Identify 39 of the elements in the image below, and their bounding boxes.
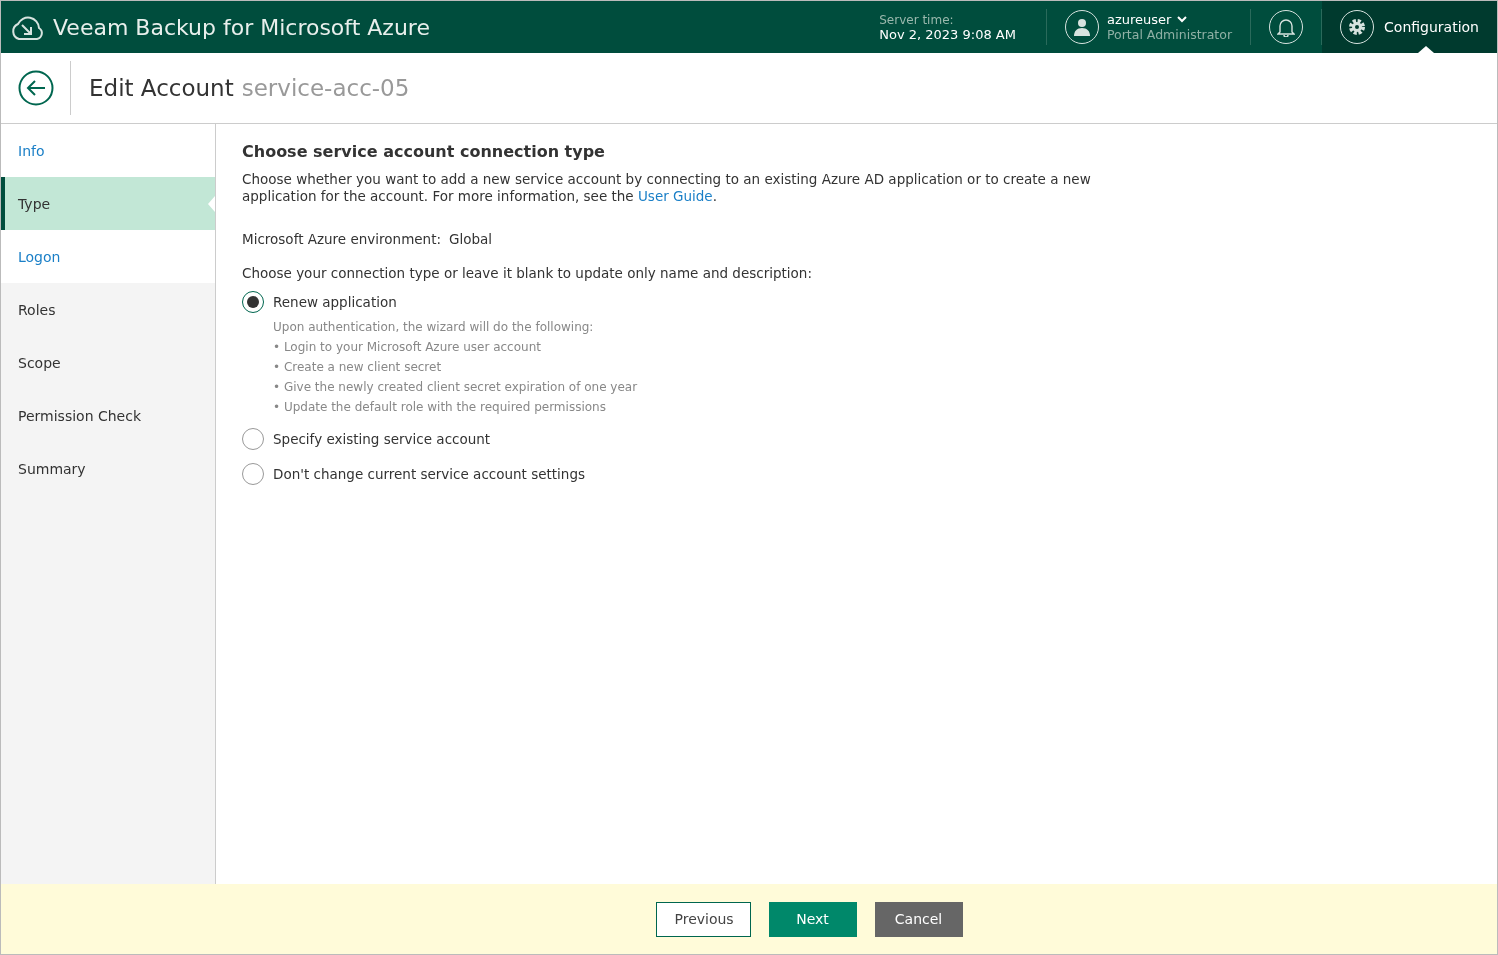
wizard-step[interactable]: Permission Check [1, 389, 215, 442]
wizard-step[interactable]: Scope [1, 336, 215, 389]
option-detail-text: • Login to your Microsoft Azure user account [273, 339, 542, 356]
option-detail-text: • Give the newly created client secret expiration of one year [273, 379, 639, 396]
user-guide-link[interactable]: User Guide [637, 188, 713, 204]
radio-button[interactable] [242, 428, 264, 450]
neutral-button[interactable]: Cancel [874, 901, 963, 937]
back-arrow-button[interactable] [18, 70, 54, 106]
option-detail-text: • Create a new client secret [273, 359, 443, 376]
gear-icon [1347, 17, 1368, 37]
radio-button[interactable] [242, 463, 264, 485]
user-role: Portal Administrator [1106, 27, 1233, 42]
option-label[interactable]: Don't change current service account settings [273, 466, 586, 482]
user-name[interactable]: azureuser [1106, 12, 1172, 27]
wizard-step[interactable]: Summary [1, 442, 215, 495]
primary-button[interactable]: Next [768, 901, 857, 937]
environment-label: Microsoft Azure environment: [242, 231, 441, 247]
option-label[interactable]: Specify existing service account [273, 431, 491, 447]
account-name: service-acc-05 [241, 75, 410, 101]
server-time-label: Server time: [879, 12, 955, 27]
option-label[interactable]: Renew application [273, 294, 397, 310]
description-text: Choose whether you want to add a new service account by connecting to an existing Azure AD application or to create a new application for the account. For more information, see the User Guide. [242, 171, 1092, 205]
wizard-step[interactable]: Type [1, 177, 215, 230]
server-time: Nov 2, 2023 9:08 AM [879, 26, 1016, 42]
product-title: Veeam Backup for Microsoft Azure [53, 14, 431, 40]
wizard-step[interactable]: Roles [1, 283, 215, 336]
wizard-step[interactable]: Info [1, 124, 215, 177]
section-heading: Choose service account connection type [242, 142, 606, 161]
chevron-down-icon[interactable] [1177, 16, 1188, 23]
option-detail-text: • Update the default role with the required permissions [273, 399, 607, 416]
page-title: Edit Account [89, 75, 234, 101]
active-tab-pointer [1417, 46, 1434, 53]
prompt-text: Choose your connection type or leave it blank to update only name and description: [242, 265, 813, 281]
configuration-tab[interactable]: Configuration [1322, 1, 1497, 53]
radio-button[interactable] [242, 291, 264, 313]
environment-value: Global [449, 231, 493, 247]
wizard-step[interactable]: Logon [1, 230, 215, 283]
option-detail-text: Upon authentication, the wizard will do the following: [273, 319, 595, 336]
secondary-button[interactable]: Previous [655, 901, 751, 937]
